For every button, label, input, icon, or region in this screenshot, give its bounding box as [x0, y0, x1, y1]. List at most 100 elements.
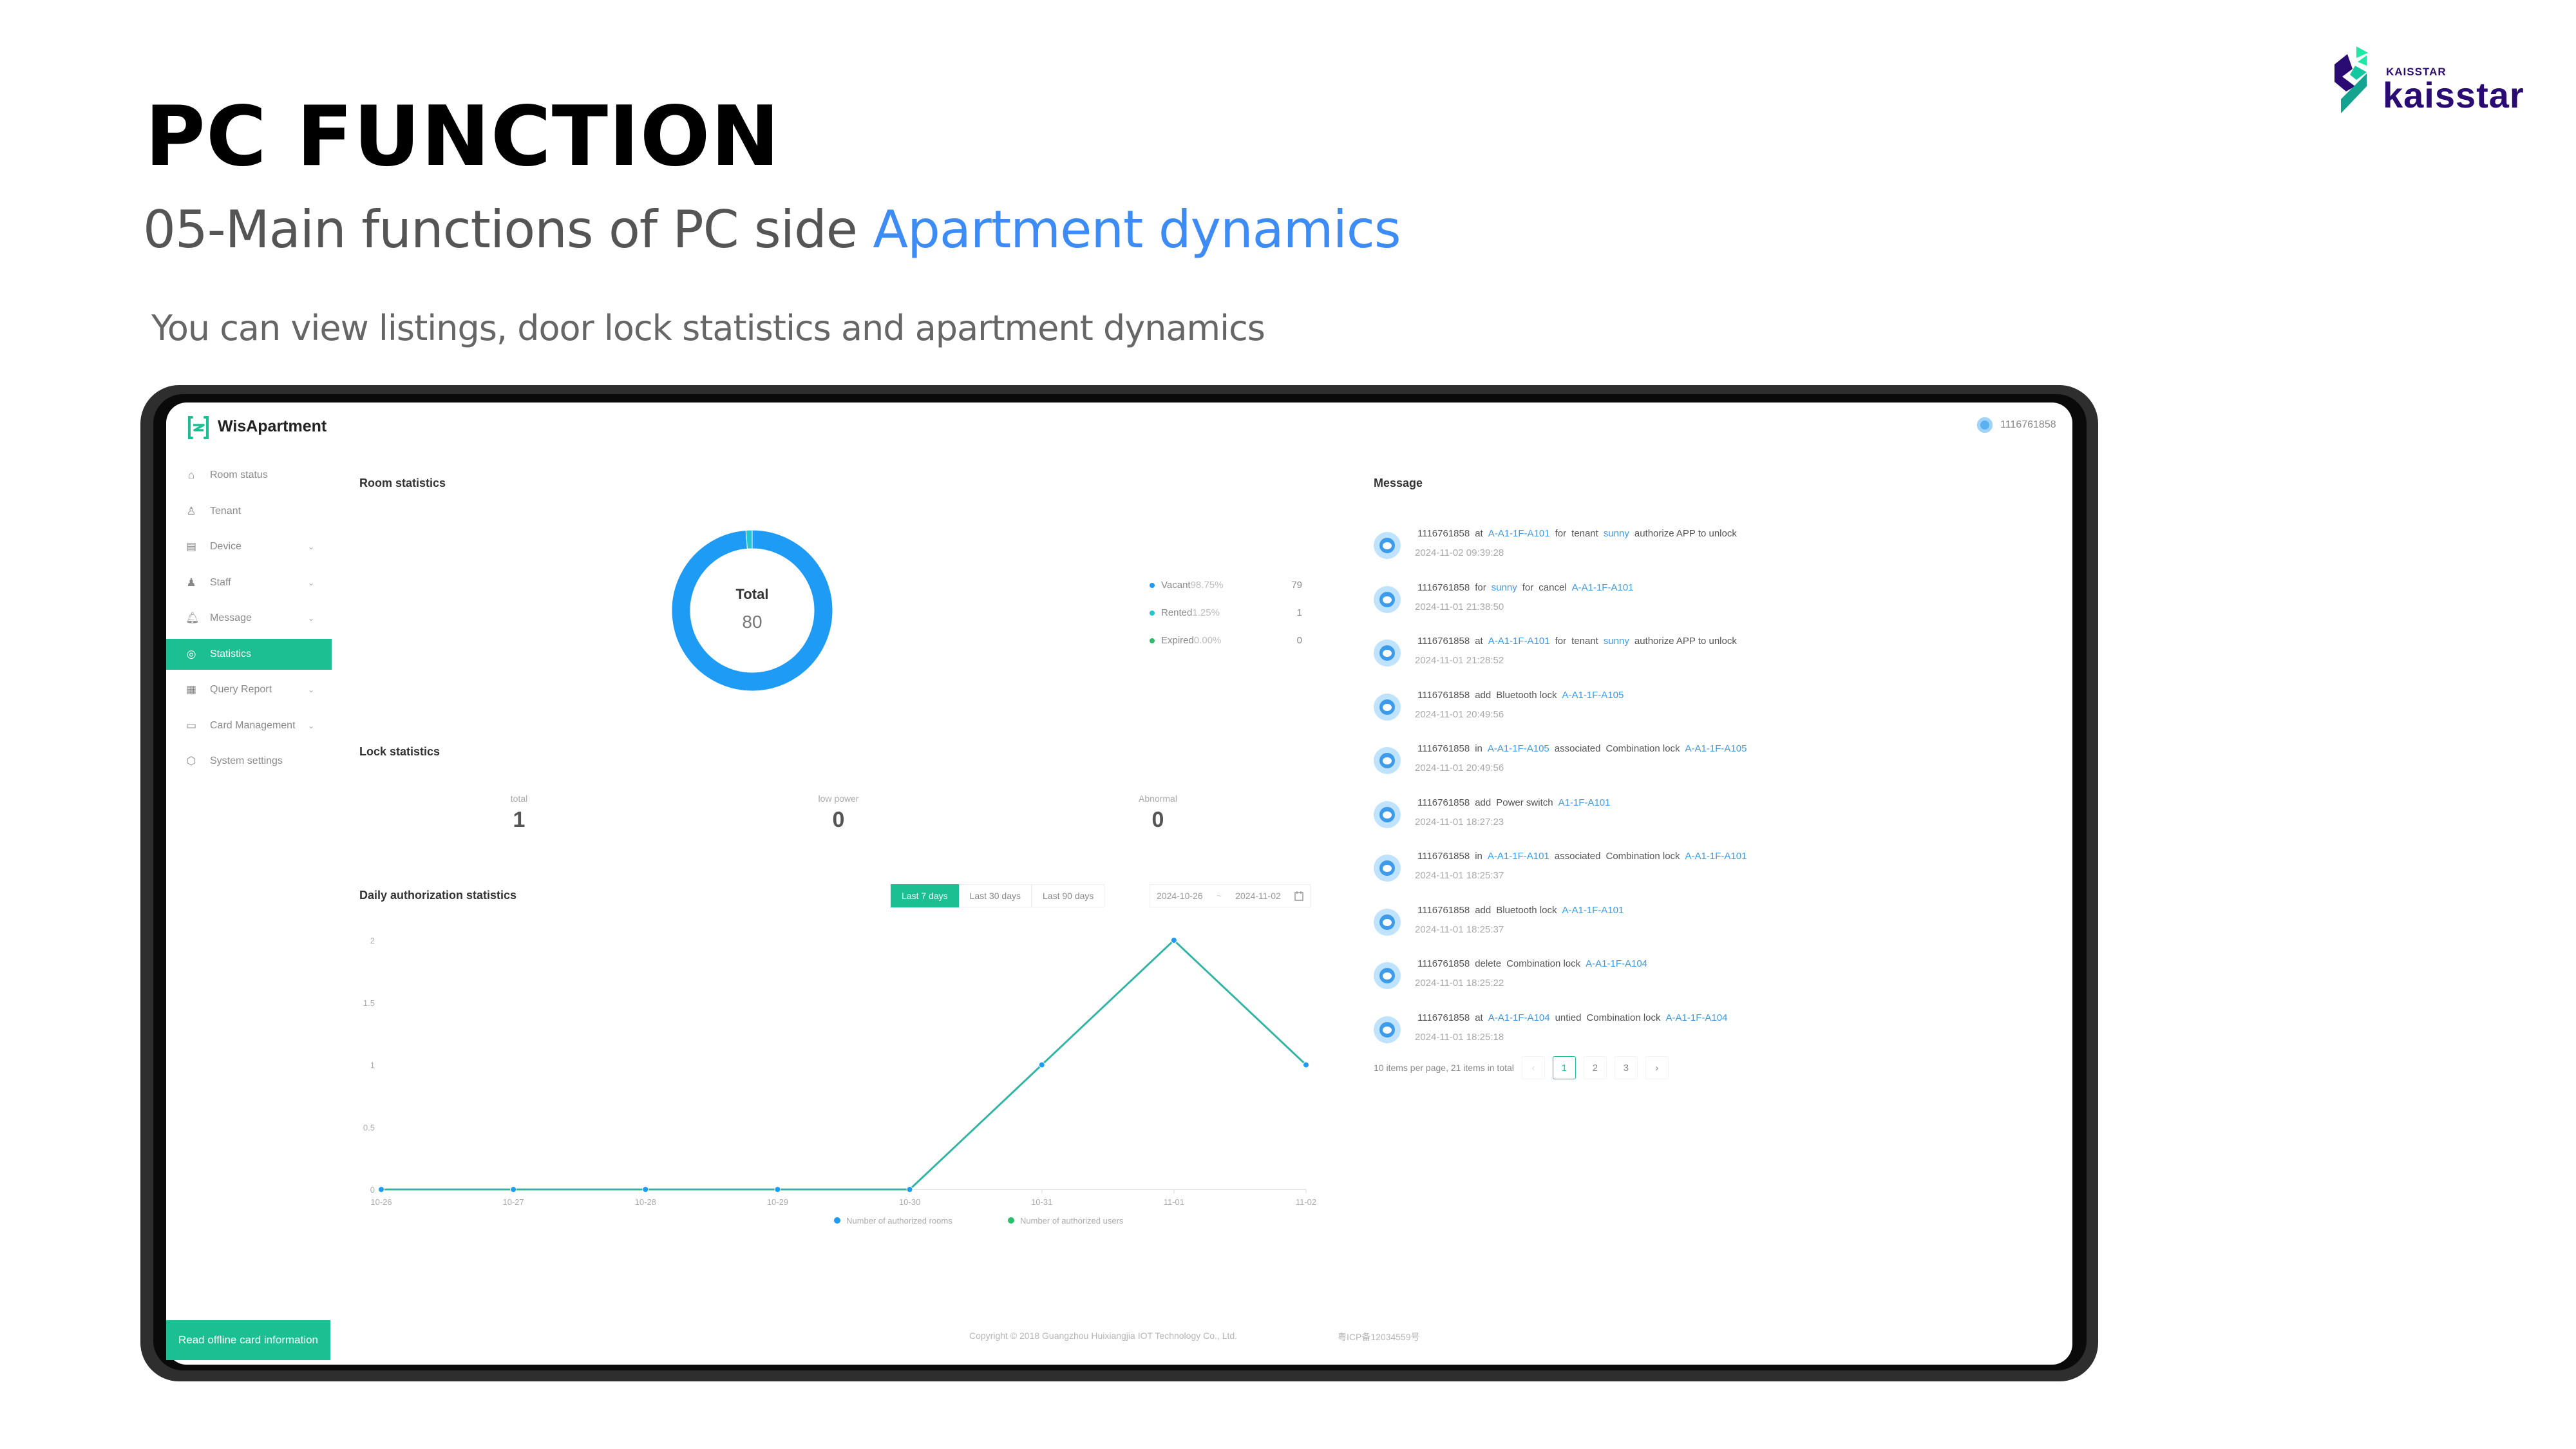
message-word: at	[1475, 1012, 1483, 1023]
page-button[interactable]: 1	[1552, 1056, 1576, 1079]
legend-marker-icon	[1008, 1217, 1014, 1224]
sidebar-item-label: Room status	[210, 469, 268, 480]
legend-count: 79	[1291, 580, 1302, 591]
sidebar-item-tenant[interactable]: ♙ Tenant	[166, 496, 332, 527]
lock-stat-value: 0	[832, 808, 845, 832]
donut-center-label: Total	[735, 586, 769, 602]
page-button[interactable]: 3	[1614, 1056, 1638, 1079]
message-link[interactable]: A-A1-1F-A105	[1488, 743, 1549, 754]
message-timestamp: 2024-11-01 18:25:37	[1415, 923, 1504, 935]
read-offline-card-button[interactable]: Read offline card information	[166, 1320, 330, 1360]
message-link[interactable]: A-A1-1F-A105	[1685, 743, 1747, 754]
message-word: in	[1475, 851, 1482, 862]
page-button[interactable]: 2	[1583, 1056, 1607, 1079]
report-icon: ▦	[185, 683, 197, 696]
legend-name: Vacant	[1161, 580, 1191, 591]
x-tick-label: 11-02	[1296, 1197, 1316, 1207]
y-tick-label: 1	[370, 1061, 375, 1070]
legend-count: 0	[1296, 635, 1302, 646]
series-line-users	[381, 938, 1307, 1191]
legend-item: Expired 0.00%	[1150, 635, 1221, 646]
message-word: delete	[1475, 958, 1502, 969]
app-name: WisApartment	[218, 417, 327, 435]
sidebar-item-card-management[interactable]: ▭ Card Management ⌄	[166, 710, 332, 741]
message-word: associated	[1554, 743, 1601, 754]
message-link[interactable]: A-A1-1F-A101	[1562, 905, 1624, 916]
x-tick-label: 10-27	[503, 1197, 524, 1207]
avatar-icon	[1374, 800, 1401, 828]
x-tick-label: 11-01	[1164, 1197, 1184, 1207]
message-title: Message	[1374, 477, 1423, 489]
message-link[interactable]: A-A1-1F-A101	[1685, 851, 1747, 862]
wisapartment-logo-icon	[188, 416, 209, 439]
next-page-button[interactable]: ›	[1645, 1056, 1669, 1079]
range-last-7-days[interactable]: Last 7 days	[891, 884, 959, 907]
message-link[interactable]: A-A1-1F-A104	[1666, 1012, 1728, 1023]
date-end: 2024-11-02	[1235, 891, 1281, 901]
message-link[interactable]: A-A1-1F-A104	[1586, 958, 1647, 969]
footer-copyright: Copyright © 2018 Guangzhou Huixiangjia I…	[969, 1331, 1238, 1341]
message-text: 1116761858 for sunny for cancel A-A1-1F-A101	[1417, 582, 1639, 593]
legend-marker-icon	[834, 1217, 840, 1224]
sidebar-item-message[interactable]: 🔔︎ Message ⌄	[166, 603, 332, 634]
sidebar-item-query-report[interactable]: ▦ Query Report ⌄	[166, 674, 332, 705]
message-link[interactable]: A-A1-1F-A105	[1562, 690, 1624, 701]
message-word: Bluetooth lock	[1496, 689, 1557, 701]
lock-stat-low-power: low power 0	[774, 793, 903, 833]
message-text: 1116761858 at A-A1-1F-A101 for tenant sunny au…	[1417, 528, 1742, 539]
message-item: 1116761858 add Bluetooth lock A-A1-1F-A105 2…	[1374, 690, 1953, 741]
message-timestamp: 2024-11-01 18:25:22	[1415, 978, 1504, 989]
message-item: 1116761858 at A-A1-1F-A101 for tenant sunny au…	[1374, 528, 1953, 580]
range-last-30-days[interactable]: Last 30 days	[958, 884, 1032, 907]
x-tick-label: 10-26	[370, 1197, 392, 1207]
message-word: 1116761858	[1417, 797, 1470, 808]
message-link[interactable]: sunny	[1492, 582, 1517, 593]
chevron-down-icon: ⌄	[308, 685, 315, 694]
series-line-rooms	[381, 939, 1307, 1190]
message-link[interactable]: A-A1-1F-A101	[1572, 582, 1634, 593]
message-link[interactable]: A-A1-1F-A101	[1488, 528, 1550, 539]
sidebar-item-label: Staff	[210, 576, 231, 588]
lock-stat-value: 0	[1151, 808, 1164, 832]
user-id: 1116761858	[2000, 419, 2056, 430]
message-link[interactable]: A-A1-1F-A101	[1488, 636, 1550, 647]
staff-icon: ♟	[186, 576, 196, 589]
message-word: for	[1522, 582, 1534, 593]
avatar-icon	[1374, 532, 1401, 559]
date-range-picker[interactable]: 2024-10-26 ~ 2024-11-02	[1150, 884, 1311, 907]
message-text: 1116761858 add Bluetooth lock A-A1-1F-A105	[1417, 690, 1629, 701]
legend-dot-icon	[1150, 638, 1155, 643]
message-link[interactable]: A-A1-1F-A101	[1488, 851, 1549, 862]
slide-description: You can view listings, door lock statist…	[151, 308, 1265, 348]
message-word: Combination lock	[1586, 1012, 1661, 1023]
sidebar-item-label: Statistics	[210, 648, 252, 659]
sidebar-item-room-status[interactable]: ⌂ Room status	[166, 460, 332, 491]
y-tick-label: 1.5	[363, 998, 375, 1008]
message-timestamp: 2024-11-01 20:49:56	[1415, 708, 1504, 720]
message-link[interactable]: sunny	[1604, 636, 1629, 647]
message-link[interactable]: A-A1-1F-A104	[1488, 1012, 1550, 1023]
legend-name: Rented	[1161, 607, 1193, 618]
lock-stat-total: total 1	[455, 793, 583, 833]
message-timestamp: 2024-11-01 21:28:52	[1415, 655, 1504, 666]
message-text: 1116761858 in A-A1-1F-A101 associated Combin…	[1417, 851, 1752, 862]
data-point-rooms	[642, 1186, 649, 1193]
sidebar-item-statistics[interactable]: ◎ Statistics	[166, 638, 332, 670]
sidebar-item-system-settings[interactable]: ⬡ System settings	[166, 746, 332, 777]
range-last-90-days[interactable]: Last 90 days	[1032, 884, 1105, 907]
message-timestamp: 2024-11-01 18:27:23	[1415, 816, 1504, 828]
card-icon: ▭	[185, 719, 197, 732]
legend-dot-icon	[1150, 610, 1155, 616]
user-menu[interactable]: 1116761858	[1977, 417, 2056, 433]
slide-title: PC FUNCTION	[145, 89, 781, 185]
message-word: untied	[1555, 1012, 1582, 1023]
prev-page-button[interactable]: ‹	[1521, 1056, 1545, 1079]
message-timestamp: 2024-11-01 21:38:50	[1415, 601, 1504, 612]
lock-stat-abnormal: Abnormal 0	[1094, 793, 1222, 833]
message-link[interactable]: sunny	[1604, 528, 1629, 539]
message-word: associated	[1554, 851, 1601, 862]
sidebar-item-device[interactable]: ▤ Device ⌄	[166, 531, 332, 562]
sidebar-item-staff[interactable]: ♟ Staff ⌄	[166, 567, 332, 598]
message-link[interactable]: A1-1F-A101	[1558, 797, 1611, 808]
sidebar-item-label: Query Report	[210, 684, 272, 695]
